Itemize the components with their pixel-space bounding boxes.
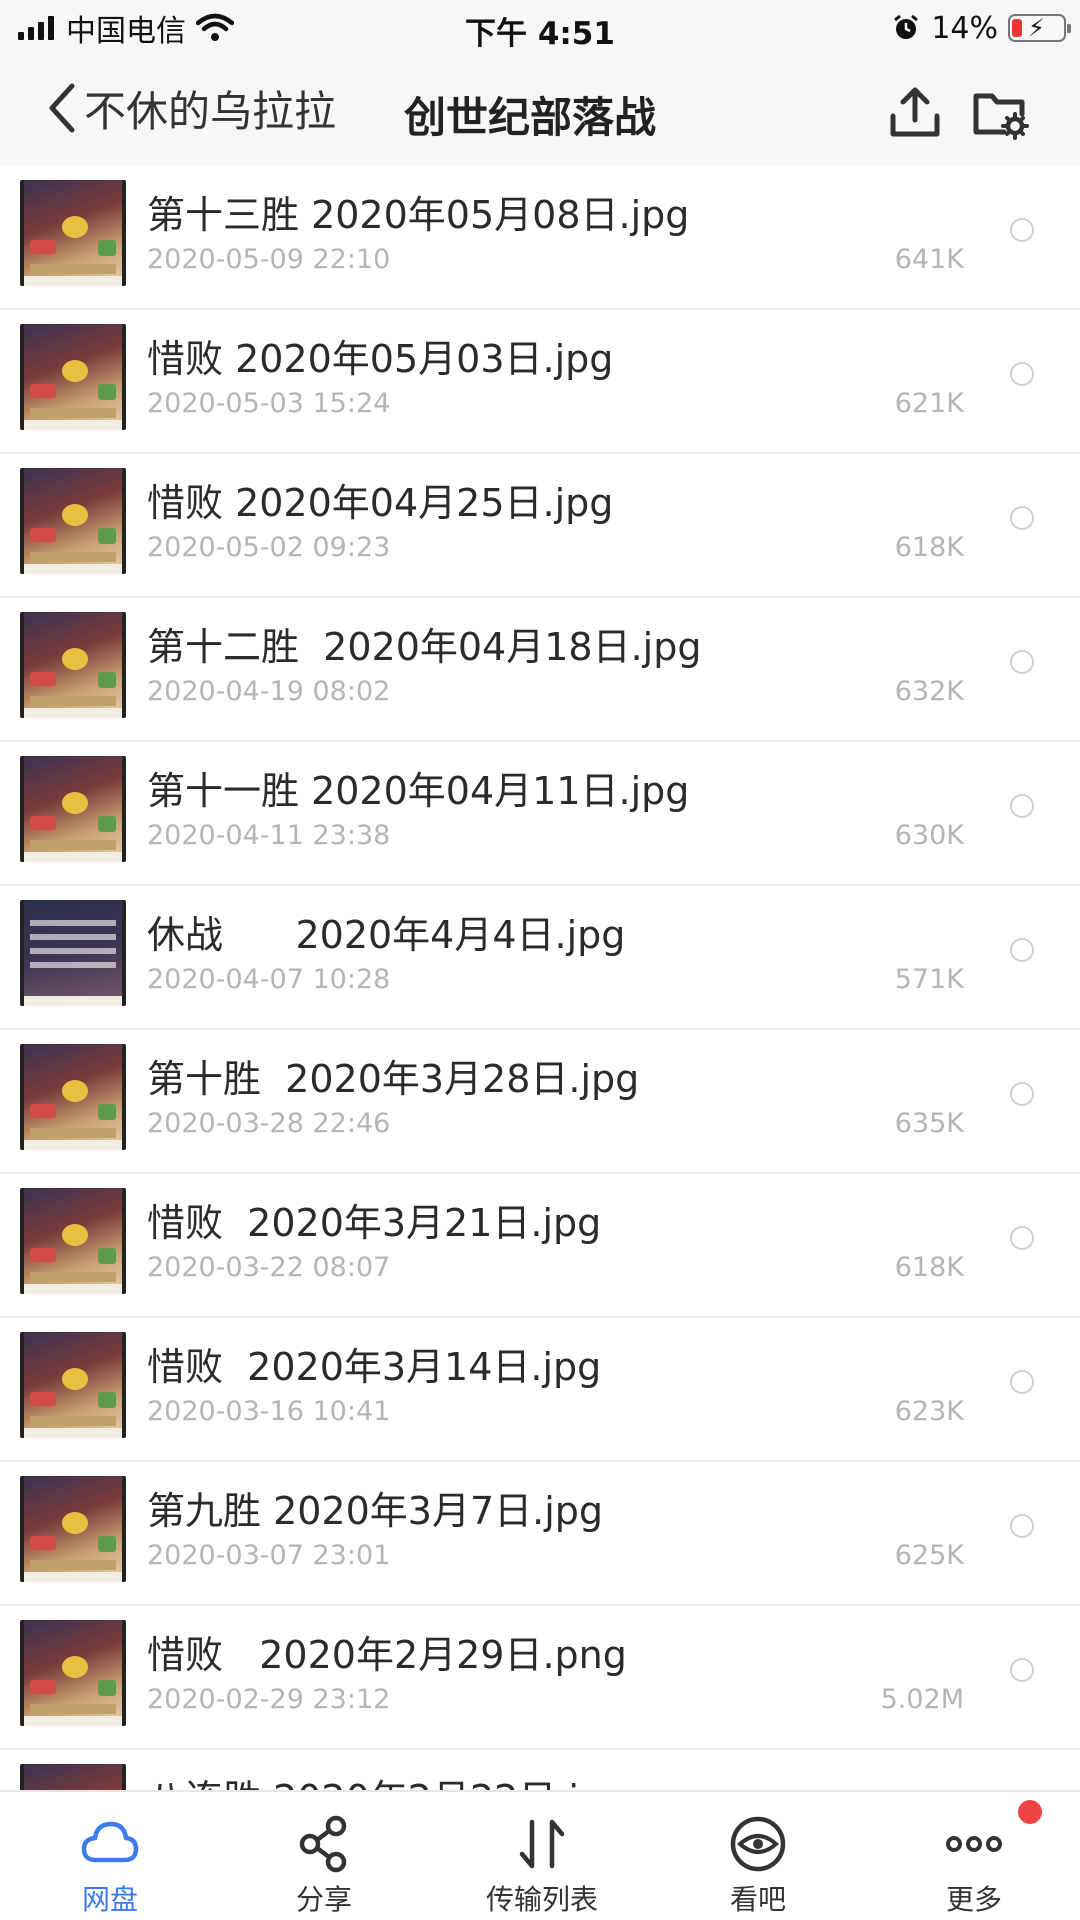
file-size: 625K xyxy=(894,1540,964,1571)
select-radio[interactable] xyxy=(1010,362,1034,386)
folder-settings-icon[interactable] xyxy=(970,82,1030,142)
file-date: 2020-04-11 23:38 xyxy=(147,820,391,851)
file-size: 635K xyxy=(894,1108,964,1139)
transfer-icon xyxy=(519,1819,565,1869)
file-name: 惜败 2020年05月03日.jpg xyxy=(147,337,614,381)
tab-label: 看吧 xyxy=(729,1883,786,1916)
file-row[interactable]: 惜败 2020年05月03日.jpg 2020-05-03 15:24 621K xyxy=(0,310,1080,454)
file-name: 第十二胜 2020年04月18日.jpg xyxy=(147,625,702,669)
file-date: 2020-03-07 23:01 xyxy=(147,1540,391,1571)
file-size: 632K xyxy=(894,676,964,707)
file-name: 惜败 2020年2月29日.png xyxy=(147,1633,627,1677)
share-icon xyxy=(299,1815,347,1873)
file-thumbnail xyxy=(20,180,126,286)
file-row[interactable]: 第十三胜 2020年05月08日.jpg 2020-05-09 22:10 641K xyxy=(0,166,1080,310)
chevron-left-icon xyxy=(49,83,75,133)
file-size: 571K xyxy=(894,964,964,995)
file-date: 2020-05-02 09:23 xyxy=(147,532,391,563)
file-thumbnail xyxy=(20,1044,126,1150)
file-row[interactable]: 第十二胜 2020年04月18日.jpg 2020-04-19 08:02 632K xyxy=(0,598,1080,742)
tab-bar: 网盘 分享 传输列表 看吧 更多 xyxy=(0,1790,1080,1920)
file-size: 5.02M xyxy=(880,1684,964,1715)
tab-netdisk[interactable]: 网盘 xyxy=(10,1792,210,1920)
file-row[interactable]: 惜败 2020年2月29日.png 2020-02-29 23:12 5.02M xyxy=(0,1606,1080,1750)
select-radio[interactable] xyxy=(1010,218,1034,242)
select-radio[interactable] xyxy=(1010,506,1034,530)
back-button[interactable]: 不休的乌拉拉 xyxy=(44,76,336,140)
battery-icon: ⚡ xyxy=(1008,14,1071,42)
file-size: 618K xyxy=(894,532,964,563)
file-row[interactable]: 休战 2020年4月4日.jpg 2020-04-07 10:28 571K xyxy=(0,886,1080,1030)
file-list[interactable]: 第十三胜 2020年05月08日.jpg 2020-05-09 22:10 641K… xyxy=(0,166,1080,1790)
notification-badge xyxy=(1018,1800,1042,1824)
file-row[interactable]: 第十胜 2020年3月28日.jpg 2020-03-28 22:46 635K xyxy=(0,1030,1080,1174)
tab-share[interactable]: 分享 xyxy=(224,1792,424,1920)
file-row[interactable]: 惜败 2020年3月14日.jpg 2020-03-16 10:41 623K xyxy=(0,1318,1080,1462)
file-name: 惜败 2020年3月21日.jpg xyxy=(147,1201,602,1245)
tab-label: 分享 xyxy=(295,1883,352,1916)
status-right: 14% ⚡ xyxy=(891,8,1071,48)
more-icon xyxy=(946,1836,1002,1852)
file-row[interactable]: 第九胜 2020年3月7日.jpg 2020-03-07 23:01 625K xyxy=(0,1462,1080,1606)
tab-kanba[interactable]: 看吧 xyxy=(658,1792,858,1920)
file-thumbnail xyxy=(20,1620,126,1726)
file-thumbnail xyxy=(20,900,126,1006)
select-radio[interactable] xyxy=(1010,938,1034,962)
file-size: 621K xyxy=(894,388,964,419)
file-name: 休战 2020年4月4日.jpg xyxy=(147,913,626,957)
alarm-icon xyxy=(894,14,919,39)
file-date: 2020-05-09 22:10 xyxy=(147,244,391,275)
cloud-icon xyxy=(81,1821,139,1863)
select-radio[interactable] xyxy=(1010,1370,1034,1394)
tab-label: 传输列表 xyxy=(485,1883,598,1916)
file-thumbnail xyxy=(20,1476,126,1582)
file-thumbnail xyxy=(20,1188,126,1294)
file-name: 惜败 2020年04月25日.jpg xyxy=(147,481,614,525)
file-thumbnail xyxy=(20,468,126,574)
select-radio[interactable] xyxy=(1010,1658,1034,1682)
file-date: 2020-05-03 15:24 xyxy=(147,388,391,419)
file-thumbnail xyxy=(20,756,126,862)
file-date: 2020-02-29 23:12 xyxy=(147,1684,391,1715)
file-row[interactable]: 第十一胜 2020年04月11日.jpg 2020-04-11 23:38 630K xyxy=(0,742,1080,886)
file-size: 623K xyxy=(894,1396,964,1427)
file-size: 630K xyxy=(894,820,964,851)
file-date: 2020-03-16 10:41 xyxy=(147,1396,391,1427)
file-row[interactable]: 八连胜 2020年2月22日.jpg xyxy=(0,1750,1080,1790)
upload-icon[interactable] xyxy=(885,82,945,142)
file-size: 618K xyxy=(894,1252,964,1283)
file-name: 第九胜 2020年3月7日.jpg xyxy=(147,1489,604,1533)
select-radio[interactable] xyxy=(1010,1514,1034,1538)
file-name: 第十胜 2020年3月28日.jpg xyxy=(147,1057,640,1101)
file-name: 第十三胜 2020年05月08日.jpg xyxy=(147,193,690,237)
file-thumbnail xyxy=(20,324,126,430)
file-date: 2020-03-22 08:07 xyxy=(147,1252,391,1283)
battery-percent: 14% xyxy=(931,10,998,46)
file-thumbnail xyxy=(20,1332,126,1438)
select-radio[interactable] xyxy=(1010,794,1034,818)
file-thumbnail xyxy=(20,1764,126,1790)
file-name: 惜败 2020年3月14日.jpg xyxy=(147,1345,602,1389)
file-date: 2020-04-07 10:28 xyxy=(147,964,391,995)
eye-icon xyxy=(730,1816,786,1872)
select-radio[interactable] xyxy=(1010,1082,1034,1106)
tab-more[interactable]: 更多 xyxy=(874,1792,1074,1920)
file-row[interactable]: 惜败 2020年04月25日.jpg 2020-05-02 09:23 618K xyxy=(0,454,1080,598)
tab-label: 网盘 xyxy=(81,1883,138,1916)
nav-bar: 不休的乌拉拉 创世纪部落战 xyxy=(0,54,1080,166)
select-radio[interactable] xyxy=(1010,1226,1034,1250)
back-label: 不休的乌拉拉 xyxy=(84,86,337,136)
status-bar: 中国电信 下午 4:51 14% ⚡ xyxy=(0,0,1080,54)
file-row[interactable]: 惜败 2020年3月21日.jpg 2020-03-22 08:07 618K xyxy=(0,1174,1080,1318)
file-date: 2020-03-28 22:46 xyxy=(147,1108,391,1139)
file-name: 八连胜 2020年2月22日.jpg xyxy=(147,1768,627,1790)
tab-transfer-list[interactable]: 传输列表 xyxy=(442,1792,642,1920)
file-name: 第十一胜 2020年04月11日.jpg xyxy=(147,769,690,813)
tab-label: 更多 xyxy=(945,1883,1002,1916)
file-size: 641K xyxy=(894,244,964,275)
file-date: 2020-04-19 08:02 xyxy=(147,676,391,707)
file-thumbnail xyxy=(20,612,126,718)
page-title: 创世纪部落战 xyxy=(404,93,657,142)
select-radio[interactable] xyxy=(1010,650,1034,674)
